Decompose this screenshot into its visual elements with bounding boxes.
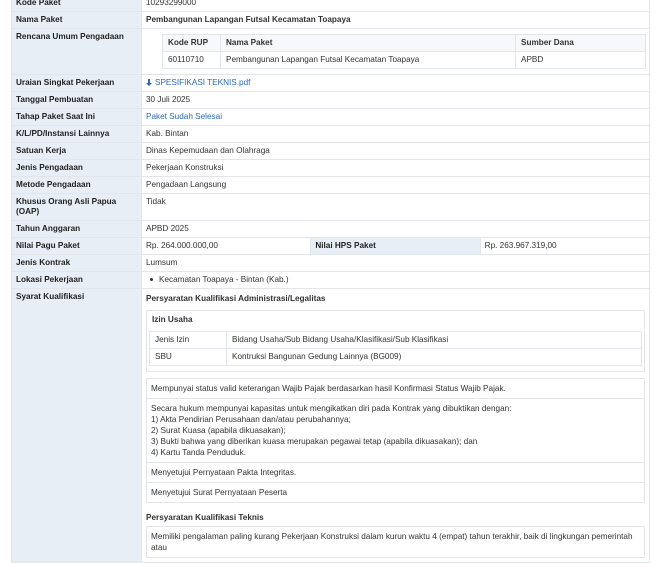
tahap-link[interactable]: Paket Sudah Selesai [146,112,222,121]
syarat-hukum: Secara hukum mempunyai kapasitas untuk m… [146,399,645,463]
row-jenis-kontrak: Jenis Kontrak Lumsum [11,254,650,272]
izin-table: Jenis Izin Bidang Usaha/Sub Bidang Usaha… [149,331,642,366]
rup-nama: Pembangunan Lapangan Futsal Kecamatan To… [220,51,516,69]
izin-bidang: Kontruksi Bangunan Gedung Lainnya (BG009… [226,348,642,366]
row-rup: Rencana Umum Pengadaan Kode RUP Nama Pak… [11,28,650,75]
rup-header-kode: Kode RUP [162,34,221,52]
row-nama-paket: Nama Paket Pembangunan Lapangan Futsal K… [11,11,650,29]
syarat-peserta: Menyetujui Surat Pernyataan Peserta [146,483,645,503]
value-jenis-kontrak: Lumsum [141,254,650,272]
izin-jenis: SBU [149,348,227,366]
label-nama-paket: Nama Paket [11,11,142,29]
label-jenis-pengadaan: Jenis Pengadaan [11,159,142,177]
value-jenis-pengadaan: Pekerjaan Konstruksi [141,159,650,177]
download-icon [146,79,152,86]
spesifikasi-download-link[interactable]: SPESIFIKASI TEKNIS.pdf [146,78,250,87]
value-oap: Tidak [141,193,650,221]
teknis-section-title: Persyaratan Kualifikasi Teknis [146,513,264,522]
izin-usaha-box: Izin Usaha Jenis Izin Bidang Usaha/Sub B… [146,310,645,372]
value-kode-paket: 10293299000 [141,0,650,12]
label-syarat: Syarat Kualifikasi [11,288,142,563]
value-lokasi: Kecamatan Toapaya - Bintan (Kab.) [159,275,289,284]
row-syarat: Syarat Kualifikasi Persyaratan Kualifika… [11,288,650,563]
value-hps: Rp. 263.967.319,00 [479,237,651,255]
value-nama-paket: Pembangunan Lapangan Futsal Kecamatan To… [141,11,650,29]
izin-header-jenis: Jenis Izin [149,331,227,349]
rup-kode: 60110710 [162,51,221,69]
label-satuan-kerja: Satuan Kerja [11,142,142,160]
label-hps: Nilai HPS Paket [310,237,481,255]
row-metode: Metode Pengadaan Pengadaan Langsung [11,176,650,194]
value-satuan-kerja: Dinas Kepemudaan dan Olahraga [141,142,650,160]
rup-table: Kode RUP Nama Paket Sumber Dana 60110710… [162,34,646,69]
row-tanggal: Tanggal Pembuatan 30 Juli 2025 [11,91,650,109]
label-uraian: Uraian Singkat Pekerjaan [11,74,142,92]
row-jenis-pengadaan: Jenis Pengadaan Pekerjaan Konstruksi [11,159,650,177]
label-rup: Rencana Umum Pengadaan [11,28,142,75]
rup-row: 60110710 Pembangunan Lapangan Futsal Kec… [162,51,646,69]
value-tanggal: 30 Juli 2025 [141,91,650,109]
label-lokasi: Lokasi Pekerjaan [11,271,142,289]
row-lokasi: Lokasi Pekerjaan Kecamatan Toapaya - Bin… [11,271,650,289]
row-uraian: Uraian Singkat Pekerjaan SPESIFIKASI TEK… [11,74,650,92]
value-klpd: Kab. Bintan [141,125,650,143]
syarat-pajak: Mempunyai status valid keterangan Wajib … [146,378,645,399]
label-pagu: Nilai Pagu Paket [11,237,142,255]
row-tahun: Tahun Anggaran APBD 2025 [11,220,650,238]
admin-section-title: Persyaratan Kualifikasi Administrasi/Leg… [146,294,326,303]
izin-row: SBU Kontruksi Bangunan Gedung Lainnya (B… [149,348,642,366]
package-info-table: Kode Paket 10293299000 Nama Paket Pemban… [11,0,651,563]
row-tahap: Tahap Paket Saat Ini Paket Sudah Selesai [11,108,650,126]
label-kode-paket: Kode Paket [11,0,142,12]
rup-header-sumber: Sumber Dana [515,34,646,52]
value-tahun: APBD 2025 [141,220,650,238]
label-tanggal: Tanggal Pembuatan [11,91,142,109]
label-tahap: Tahap Paket Saat Ini [11,108,142,126]
row-satuan-kerja: Satuan Kerja Dinas Kepemudaan dan Olahra… [11,142,650,160]
row-klpd: K/L/PD/Instansi Lainnya Kab. Bintan [11,125,650,143]
label-jenis-kontrak: Jenis Kontrak [11,254,142,272]
rup-sumber: APBD [515,51,646,69]
label-klpd: K/L/PD/Instansi Lainnya [11,125,142,143]
syarat-teknis: Memiliki pengalaman paling kurang Pekerj… [146,526,645,558]
value-metode: Pengadaan Langsung [141,176,650,194]
syarat-pakta: Menyetujui Pernyataan Pakta Integritas. [146,463,645,483]
bullet-icon [150,277,153,281]
value-pagu: Rp. 264.000.000,00 [140,237,312,255]
row-pagu: Nilai Pagu Paket Rp. 264.000.000,00 Nila… [11,237,651,255]
label-tahun: Tahun Anggaran [11,220,142,238]
package-detail: Kode Paket 10293299000 Nama Paket Pemban… [11,0,651,563]
label-metode: Metode Pengadaan [11,176,142,194]
rup-header-nama: Nama Paket [220,34,516,52]
izin-header-bidang: Bidang Usaha/Sub Bidang Usaha/Klasifikas… [226,331,642,349]
row-kode-paket: Kode Paket 10293299000 [11,0,650,12]
label-oap: Khusus Orang Asli Papua (OAP) [11,193,142,221]
row-oap: Khusus Orang Asli Papua (OAP) Tidak [11,193,650,221]
izin-usaha-title: Izin Usaha [152,315,193,324]
